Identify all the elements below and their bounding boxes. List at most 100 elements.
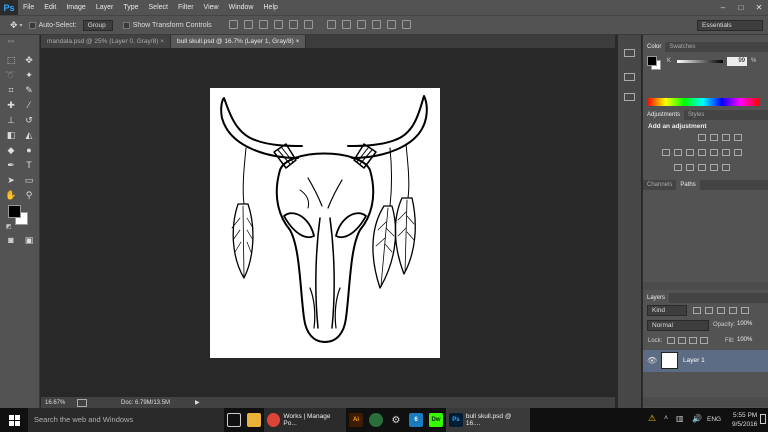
levels-icon[interactable] <box>710 134 718 141</box>
type-tool-icon[interactable]: T <box>22 159 36 171</box>
tray-chevron-icon[interactable]: ˄ <box>664 415 668 422</box>
color-lookup-icon[interactable] <box>734 149 742 156</box>
move-tool-icon[interactable]: ✥ <box>22 54 36 66</box>
hue-saturation-icon[interactable] <box>674 149 682 156</box>
zoom-level[interactable]: 16.67% <box>45 400 71 406</box>
marquee-tool-icon[interactable]: ⬚ <box>4 54 18 66</box>
threshold-icon[interactable] <box>698 164 706 171</box>
dreamweaver-button[interactable]: Dw <box>426 408 446 432</box>
tab-channels[interactable]: Channels <box>643 180 676 190</box>
tab-color[interactable]: Color <box>643 42 666 52</box>
auto-select-checkbox[interactable] <box>28 21 36 29</box>
start-button[interactable] <box>0 408 28 432</box>
default-colors-icon[interactable]: ◩ <box>6 223 12 230</box>
lock-pixels-icon[interactable] <box>678 337 686 344</box>
network-icon[interactable]: ▥ <box>676 414 684 423</box>
lock-all-icon[interactable] <box>700 337 708 344</box>
workspace-dropdown[interactable]: Essentials <box>697 20 763 31</box>
distribute-hcenter-icon[interactable] <box>386 19 396 29</box>
eyedropper-tool-icon[interactable]: ✎ <box>22 84 36 96</box>
dodge-tool-icon[interactable]: ● <box>22 144 36 156</box>
tab-close-icon[interactable]: × <box>160 38 164 45</box>
history-panel-icon[interactable] <box>624 49 635 57</box>
volume-icon[interactable]: 🔊 <box>692 414 702 423</box>
menu-type[interactable]: Type <box>118 0 143 15</box>
blur-tool-icon[interactable]: ◆ <box>4 144 18 156</box>
channel-mixer-icon[interactable] <box>722 149 730 156</box>
brush-tool-icon[interactable]: ⁄ <box>22 99 36 111</box>
color-fg-swatch[interactable] <box>647 56 657 66</box>
filter-shape-icon[interactable] <box>729 307 737 314</box>
visibility-eye-icon[interactable]: 👁 <box>647 356 657 365</box>
pen-tool-icon[interactable]: ✒ <box>4 159 18 171</box>
screen-mode-icon[interactable]: ▣ <box>22 234 36 246</box>
clock-time[interactable]: 5:55 PM <box>733 412 757 419</box>
artboard[interactable] <box>210 88 440 358</box>
rectangle-tool-icon[interactable]: ▭ <box>22 174 36 186</box>
healing-brush-tool-icon[interactable]: ✚ <box>4 99 18 111</box>
distribute-vcenter-icon[interactable] <box>341 19 351 29</box>
language-indicator[interactable]: ENG <box>707 416 721 423</box>
selective-color-icon[interactable] <box>722 164 730 171</box>
black-white-icon[interactable] <box>698 149 706 156</box>
photo-filter-icon[interactable] <box>710 149 718 156</box>
tab-bull-skull[interactable]: bull skull.psd @ 16.7% (Layer 1, Gray/8)… <box>170 35 307 48</box>
paint-bucket-tool-icon[interactable]: ◭ <box>22 129 36 141</box>
tab-layers[interactable]: Layers <box>643 293 670 303</box>
task-view-button[interactable] <box>224 408 244 432</box>
quick-mask-icon[interactable]: ◙ <box>4 234 18 246</box>
info-panel-icon[interactable] <box>624 93 635 101</box>
posterize-icon[interactable] <box>686 164 694 171</box>
foreground-color-swatch[interactable] <box>8 205 21 218</box>
hand-tool-icon[interactable]: ✋ <box>4 189 18 201</box>
menu-layer[interactable]: Layer <box>91 0 119 15</box>
filter-pixel-icon[interactable] <box>693 307 701 314</box>
blend-mode-dropdown[interactable]: Normal <box>647 320 709 331</box>
menu-filter[interactable]: Filter <box>173 0 199 15</box>
distribute-top-icon[interactable] <box>326 19 336 29</box>
menu-help[interactable]: Help <box>259 0 283 15</box>
lock-position-icon[interactable] <box>689 337 697 344</box>
align-vcenter-icon[interactable] <box>243 19 253 29</box>
tab-close-icon[interactable]: × <box>296 38 300 45</box>
globe-app-button[interactable] <box>366 408 386 432</box>
warning-icon[interactable]: ⚠ <box>648 413 656 424</box>
exposure-icon[interactable] <box>734 134 742 141</box>
clock-date[interactable]: 9/5/2016 <box>732 421 757 428</box>
menu-select[interactable]: Select <box>144 0 173 15</box>
color-balance-icon[interactable] <box>686 149 694 156</box>
distribute-bottom-icon[interactable] <box>356 19 366 29</box>
gradient-map-icon[interactable] <box>710 164 718 171</box>
vibrance-icon[interactable] <box>662 149 670 156</box>
tab-paths[interactable]: Paths <box>676 180 700 190</box>
distribute-right-icon[interactable] <box>401 19 411 29</box>
app-6-button[interactable]: 6 <box>406 408 426 432</box>
tab-mandala[interactable]: mandala.psd @ 25% (Layer 0, Gray/8) × <box>41 35 171 48</box>
filter-type-icon[interactable] <box>717 307 725 314</box>
fill-value[interactable]: 100% <box>737 337 752 343</box>
status-menu-arrow-icon[interactable]: ▶ <box>195 399 200 406</box>
lock-transparency-icon[interactable] <box>667 337 675 344</box>
taskbar-search[interactable]: Search the web and Windows <box>28 408 224 432</box>
tab-adjustments[interactable]: Adjustments <box>643 110 685 120</box>
filter-smart-icon[interactable] <box>741 307 749 314</box>
history-brush-tool-icon[interactable]: ↺ <box>22 114 36 126</box>
zoom-tool-icon[interactable]: ⚲ <box>22 189 36 201</box>
opacity-value[interactable]: 100% <box>737 321 752 327</box>
curves-icon[interactable] <box>722 134 730 141</box>
path-select-tool-icon[interactable]: ➤ <box>4 174 18 186</box>
align-bottom-icon[interactable] <box>258 19 268 29</box>
align-right-icon[interactable] <box>303 19 313 29</box>
doc-info-icon[interactable] <box>77 398 87 407</box>
menu-file[interactable]: File <box>18 0 39 15</box>
illustrator-button[interactable]: Ai <box>346 408 366 432</box>
settings-app-button[interactable]: ⚙ <box>386 408 406 432</box>
layer-row[interactable]: 👁 Layer 1 <box>643 350 768 372</box>
layer-filter-dropdown[interactable]: Kind <box>647 305 687 316</box>
invert-icon[interactable] <box>674 164 682 171</box>
notifications-icon[interactable] <box>760 414 766 424</box>
align-top-icon[interactable] <box>228 19 238 29</box>
align-hcenter-icon[interactable] <box>288 19 298 29</box>
minimize-button[interactable]: – <box>714 0 732 15</box>
filter-adjustment-icon[interactable] <box>705 307 713 314</box>
